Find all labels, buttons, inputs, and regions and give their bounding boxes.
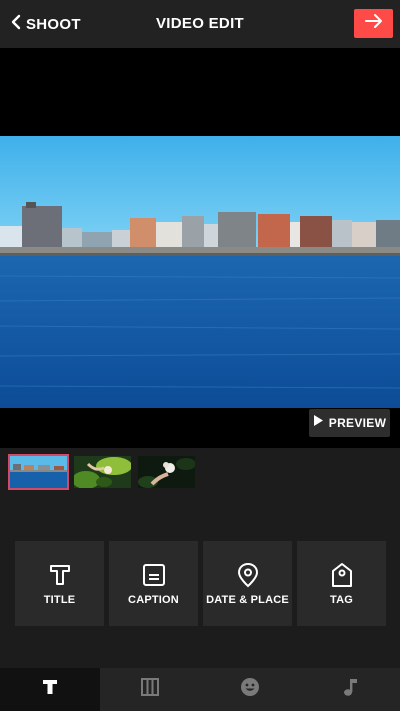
clip-timeline xyxy=(0,448,400,498)
text-t-icon xyxy=(41,678,59,701)
title-tool-button[interactable]: TITLE xyxy=(15,541,104,626)
clip-thumbnail-flower-leaves[interactable] xyxy=(74,456,131,488)
arrow-right-icon xyxy=(364,13,384,34)
tab-clips[interactable] xyxy=(100,668,200,711)
music-note-icon xyxy=(341,677,359,702)
tag-tool-label: TAG xyxy=(329,594,353,606)
date-place-tool-button[interactable]: DATE & PLACE xyxy=(203,541,292,626)
tab-text[interactable] xyxy=(0,668,100,711)
video-player[interactable]: PREVIEW xyxy=(0,48,400,448)
date-place-tool-label: DATE & PLACE xyxy=(206,594,289,606)
preview-button[interactable]: PREVIEW xyxy=(309,409,390,437)
bottom-tab-bar xyxy=(0,668,400,711)
filmstrip-icon xyxy=(141,678,159,701)
play-icon xyxy=(313,414,324,432)
video-edit-screen: SHOOT VIDEO EDIT PREVIEW TITLE CAPTION D… xyxy=(0,0,400,711)
caption-tool-button[interactable]: CAPTION xyxy=(109,541,198,626)
top-bar: SHOOT VIDEO EDIT xyxy=(0,0,400,48)
tab-stickers[interactable] xyxy=(200,668,300,711)
tab-music[interactable] xyxy=(300,668,400,711)
preview-label: PREVIEW xyxy=(328,416,387,430)
page-title: VIDEO EDIT xyxy=(155,15,244,32)
next-button[interactable] xyxy=(354,9,393,38)
tag-tool-button[interactable]: TAG xyxy=(297,541,386,626)
caption-tool-label: CAPTION xyxy=(128,594,179,606)
title-tool-label: TITLE xyxy=(43,594,76,606)
video-frame xyxy=(0,136,400,408)
clip-thumbnail-flower-hand[interactable] xyxy=(138,456,195,488)
emoji-icon xyxy=(240,677,260,702)
edit-tools: TITLE CAPTION DATE & PLACE TAG xyxy=(0,498,400,668)
clip-thumbnail-seaside[interactable] xyxy=(8,454,69,490)
